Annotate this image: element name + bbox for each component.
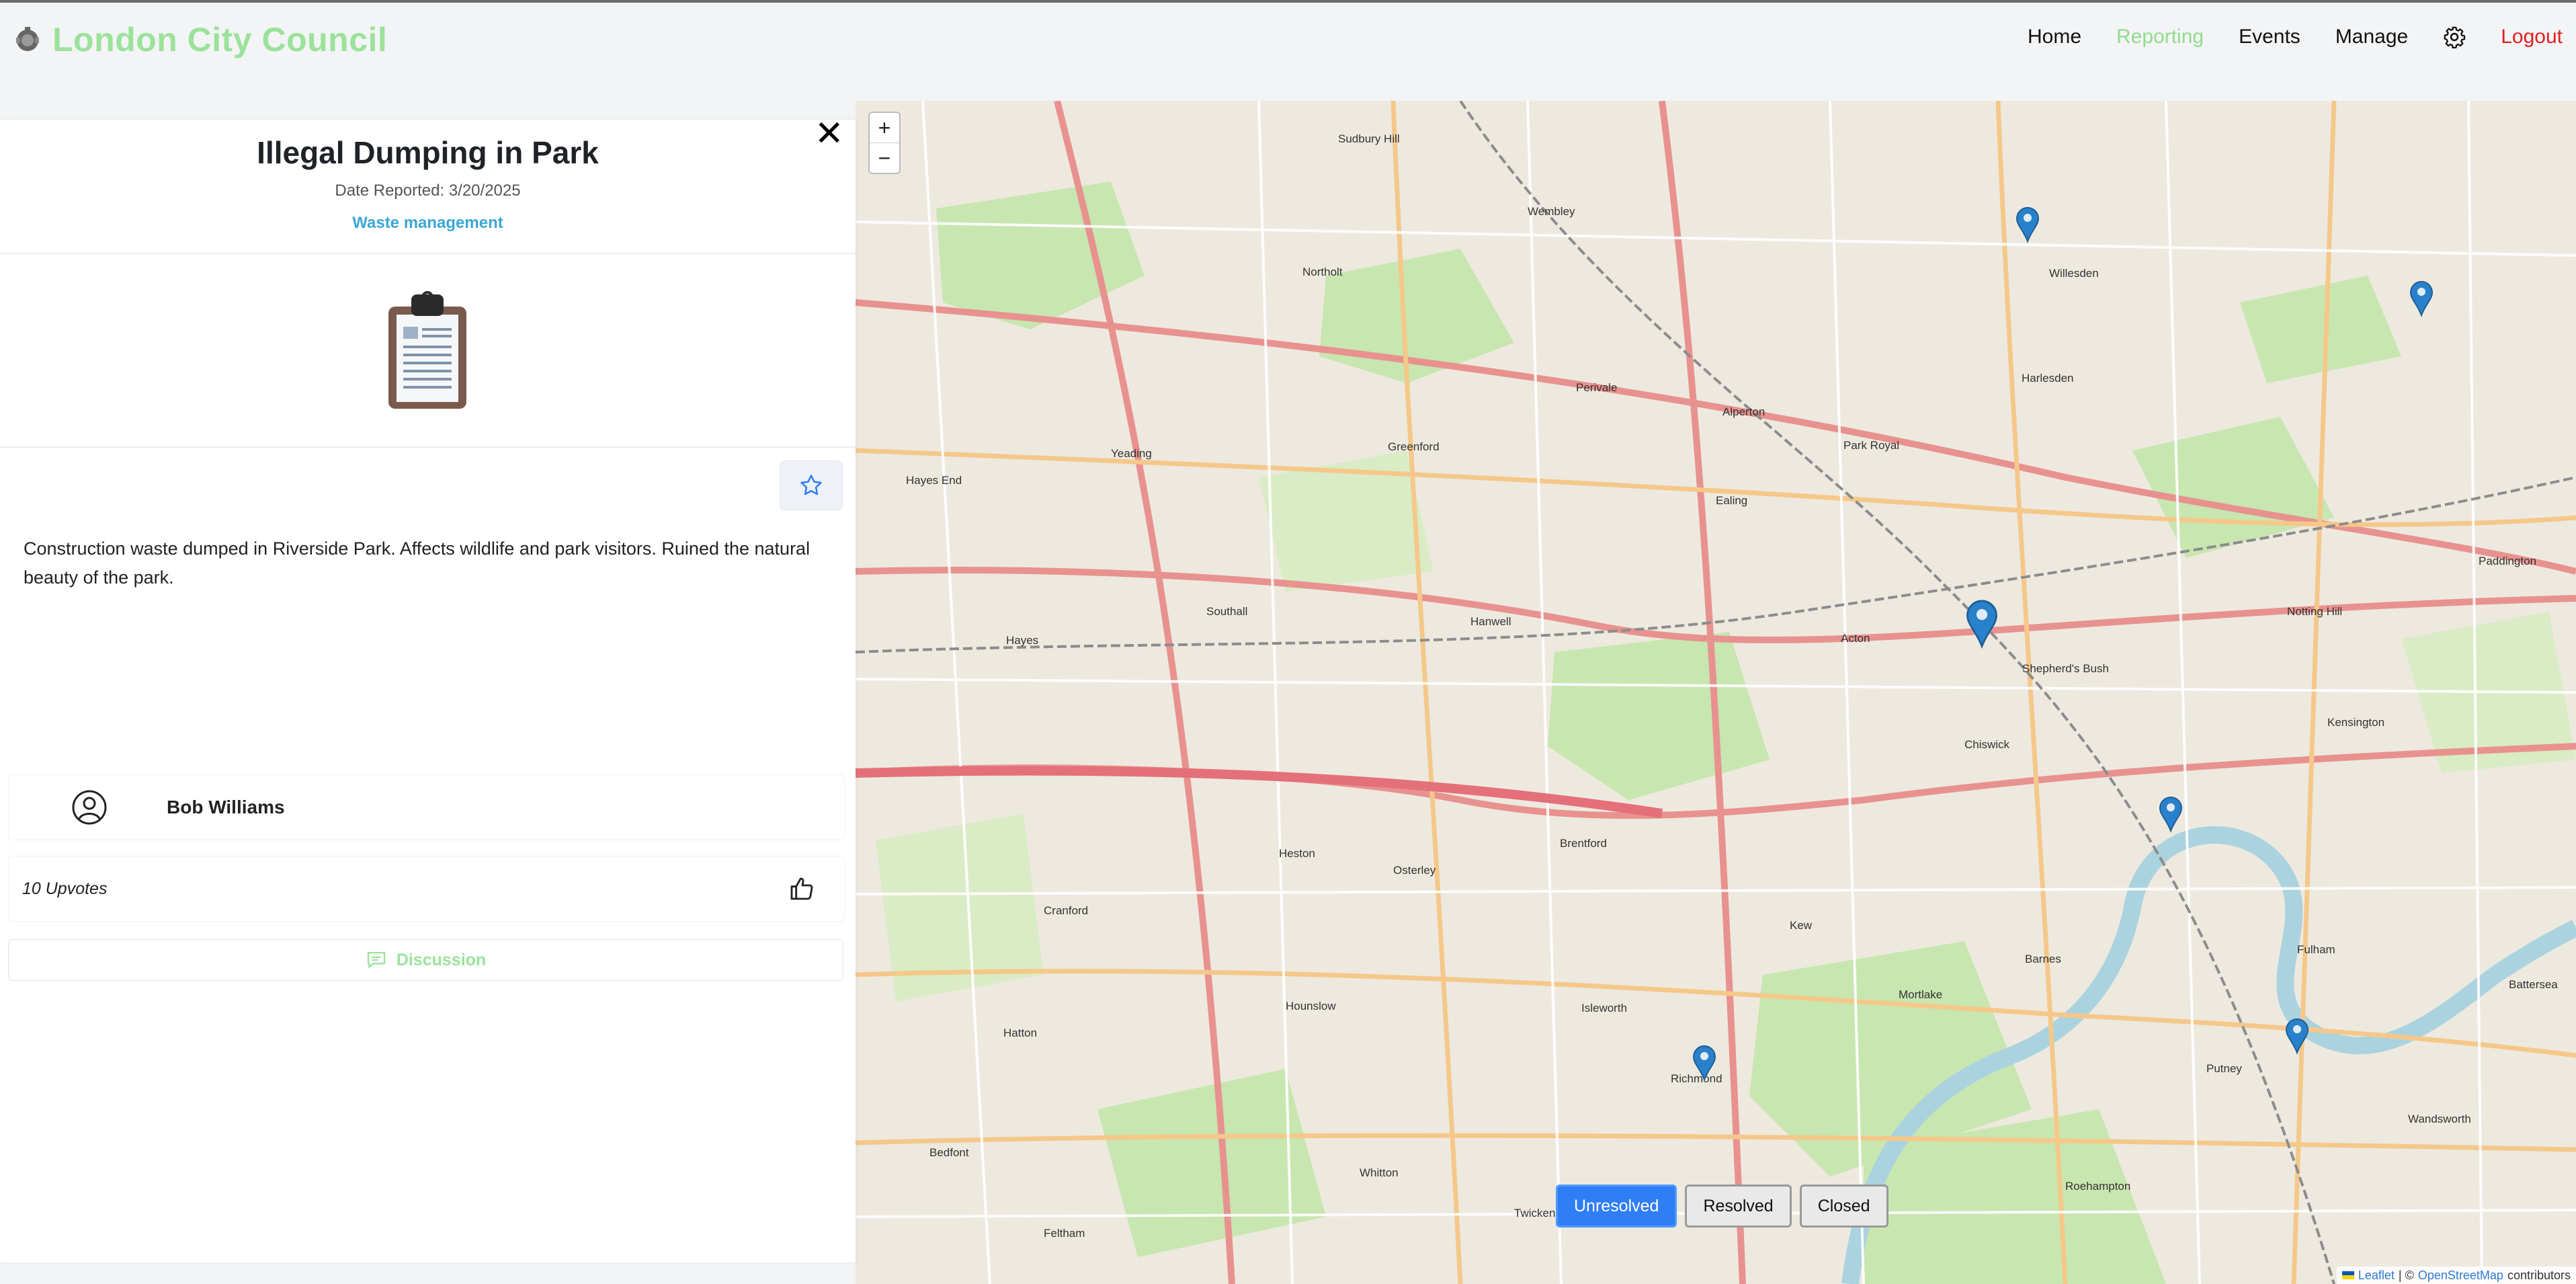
place-label: Hanwell [1470,615,1511,628]
upvote-count: 10 Upvotes [22,879,108,898]
nav-events[interactable]: Events [2239,26,2300,48]
place-label: Paddington [2479,555,2536,567]
report-description: Construction waste dumped in Riverside P… [24,538,811,588]
place-label: Roehampton [2065,1180,2130,1193]
map-view[interactable]: Sudbury Hill Wembley Willesden Northolt … [856,101,2576,1284]
nav-home[interactable]: Home [2028,26,2081,48]
star-icon [800,475,822,495]
place-label: Chiswick [1964,738,2010,751]
place-label: Park Royal [1843,439,1899,452]
map-tiles: Sudbury Hill Wembley Willesden Northolt … [856,101,2576,1284]
place-label: Yeading [1111,447,1152,460]
place-label: Brentford [1560,837,1607,850]
place-label: Alperton [1722,405,1765,418]
place-label: Whitton [1360,1166,1399,1179]
ukraine-flag-icon [2341,1271,2354,1279]
report-title: Illegal Dumping in Park [257,135,599,170]
brand-name: London City Council [52,21,388,58]
crest-icon [16,27,39,51]
main-nav: Home Reporting Events Manage Logout [1993,26,2563,48]
nav-manage[interactable]: Manage [2335,26,2408,48]
place-label: Kensington [2327,716,2384,729]
place-label: Perivale [1576,381,1617,394]
place-label: Feltham [1044,1227,1085,1240]
place-label: Greenford [1388,440,1440,453]
place-label: Harlesden [2022,372,2074,385]
discussion-button[interactable]: Discussion [8,939,843,981]
attribution-suffix: contributors [2507,1268,2571,1282]
place-label: Willesden [2049,267,2099,280]
author-name: Bob Williams [167,797,285,817]
place-label: Bedfont [929,1146,969,1159]
divider [0,446,856,448]
place-label: Kew [1790,919,1813,932]
user-avatar-icon [72,790,107,825]
place-label: Richmond [1671,1072,1722,1085]
place-label: Hayes End [906,474,962,487]
place-label: Fulham [2297,943,2335,956]
place-label: Wandsworth [2408,1113,2471,1125]
attribution-separator: | © [2398,1268,2414,1282]
place-label: Cranford [1044,904,1088,917]
favorite-button[interactable] [780,460,843,510]
place-label: Sudbury Hill [1338,132,1400,145]
filter-resolved[interactable]: Resolved [1685,1185,1792,1228]
place-label: Barnes [2025,953,2061,965]
nav-reporting[interactable]: Reporting [2116,26,2204,48]
leaflet-link[interactable]: Leaflet [2358,1269,2395,1283]
zoom-control: + − [868,112,901,174]
navbar: London City Council Home Reporting Event… [0,3,2576,78]
date-reported: Date Reported: 3/20/2025 [335,182,521,200]
place-label: Northolt [1302,266,1343,278]
place-label: Battersea [2509,978,2558,991]
place-label: Putney [2206,1062,2242,1075]
chat-icon [367,952,386,968]
clipboard-icon [388,291,466,409]
gear-icon[interactable] [2443,26,2466,48]
place-label: Ealing [1716,494,1747,507]
thumbs-up-icon[interactable] [788,875,815,902]
place-label: Hayes [1006,634,1038,647]
filter-unresolved[interactable]: Unresolved [1556,1185,1677,1228]
place-label: Hatton [1003,1027,1037,1039]
place-label: Shepherd's Bush [2022,662,2109,675]
place-label: Heston [1279,847,1315,860]
place-label: Acton [1841,632,1870,645]
brand[interactable]: London City Council [12,20,387,59]
place-label: Osterley [1393,864,1436,877]
place-label: Hounslow [1286,1000,1336,1012]
place-label: Notting Hill [2287,605,2342,618]
zoom-out-button[interactable]: − [870,143,899,173]
logout-link[interactable]: Logout [2501,26,2563,48]
category-tag[interactable]: Waste management [0,214,856,233]
place-label: Mortlake [1899,988,1942,1001]
filter-closed[interactable]: Closed [1799,1185,1888,1228]
author-card: Bob Williams [8,774,845,840]
map-attribution: Leaflet | © OpenStreetMap contributors [2336,1267,2576,1284]
place-label: Isleworth [1581,1002,1627,1014]
osm-link[interactable]: OpenStreetMap [2418,1269,2503,1283]
status-filters: Unresolved Resolved Closed [1556,1185,1888,1228]
zoom-in-button[interactable]: + [870,113,899,143]
discussion-label: Discussion [396,950,487,969]
place-label: Wembley [1528,205,1575,218]
divider [0,253,856,254]
place-label: Southall [1206,605,1247,618]
upvote-card: 10 Upvotes [8,856,845,922]
